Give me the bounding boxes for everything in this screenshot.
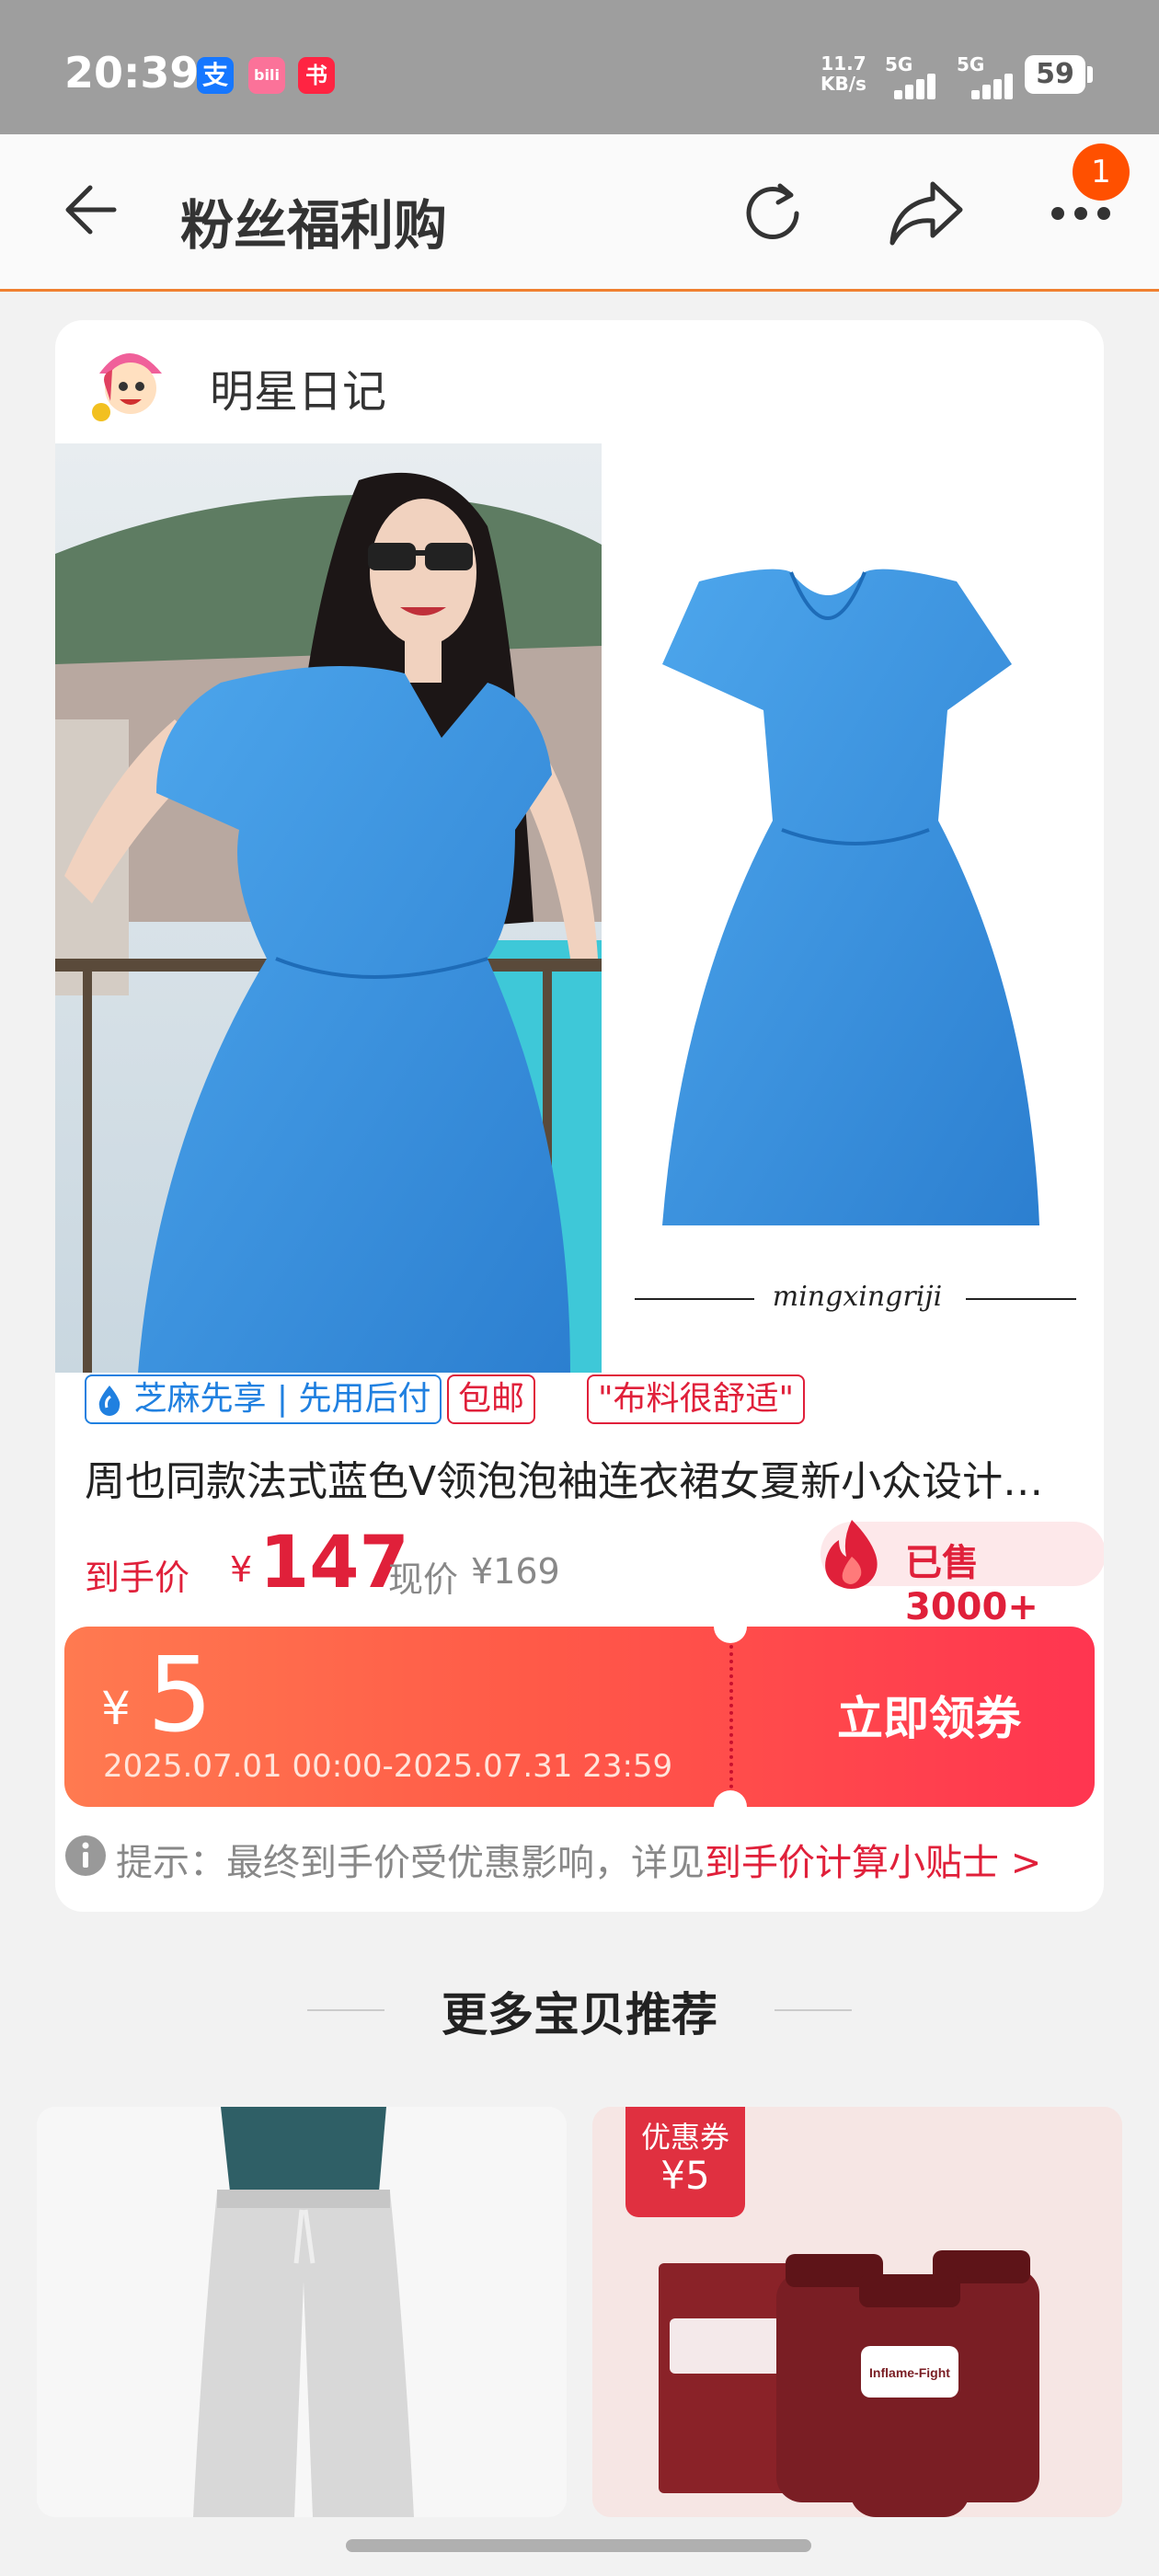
product-image[interactable] xyxy=(55,443,1104,1373)
xiaohongshu-app-icon: 书 xyxy=(298,57,335,94)
notification-badge: 1 xyxy=(1073,144,1130,201)
shop-name[interactable]: 明星日记 xyxy=(210,355,386,420)
recommend-item[interactable]: Inflame-Fight 优惠券 ¥5 xyxy=(592,2107,1122,2517)
current-price-label: 现价 xyxy=(388,1559,459,1600)
sold-badge: 已售3000+ xyxy=(820,1520,1104,1628)
coupon-badge: 优惠券 ¥5 xyxy=(625,2107,745,2217)
coupon-divider xyxy=(729,1645,733,1788)
coupon-badge-label: 优惠券 xyxy=(640,2120,729,2155)
final-price-currency: ¥ xyxy=(230,1549,253,1590)
recommend-heading: 更多宝贝推荐 xyxy=(0,1978,1159,2042)
coupon-notch-bottom xyxy=(714,1790,747,1807)
network-speed-unit: KB/s xyxy=(820,73,866,95)
claim-coupon-button[interactable]: 立即领券 xyxy=(800,1682,1058,1748)
recommend-title: 更多宝贝推荐 xyxy=(442,1988,717,2041)
price-tips-link[interactable]: 到手价计算小贴士 > xyxy=(705,1833,1041,1886)
tag-zhima-label: 芝麻先享 | 先用后付 xyxy=(133,1380,431,1418)
final-price: 147 xyxy=(259,1522,409,1604)
sold-count: 已售3000+ xyxy=(905,1542,1039,1628)
current-price: ¥169 xyxy=(471,1551,560,1592)
product-title[interactable]: 周也同款法式蓝色V领泡泡袖连衣裙女夏新小众设计感收腰显瘦长裙 xyxy=(85,1448,1078,1507)
coupon-currency: ¥ xyxy=(101,1682,131,1735)
coupon-notch-top xyxy=(714,1627,747,1643)
page-title: 粉丝福利购 xyxy=(180,194,448,257)
heading-line-left xyxy=(307,2009,384,2011)
product-card: 明星日记 mingxingriji 芝麻先享 | 先用后付 包邮 "布料很舒适"… xyxy=(55,320,1104,1912)
battery-tip xyxy=(1087,66,1093,83)
nav-bar: 粉丝福利购 1 xyxy=(0,134,1159,292)
share-icon[interactable] xyxy=(889,178,964,247)
tag-zhima: 芝麻先享 | 先用后付 xyxy=(85,1374,442,1424)
coupon-badge-amount: ¥5 xyxy=(660,2153,710,2198)
more-icon[interactable] xyxy=(1049,202,1113,224)
tip-text: 提示：最终到手价受优惠影响，详见 xyxy=(116,1842,705,1884)
coupon-validity: 2025.07.01 00:00-2025.07.31 23:59 xyxy=(103,1748,673,1785)
refresh-icon[interactable] xyxy=(736,177,809,250)
final-price-label: 到手价 xyxy=(85,1558,190,1598)
shop-avatar[interactable] xyxy=(83,337,175,429)
alipay-app-icon: 支 xyxy=(197,57,234,94)
network-speed: 11.7 KB/s xyxy=(820,53,866,94)
info-icon xyxy=(65,1835,106,1876)
sweatpants-image xyxy=(37,2107,567,2517)
status-bar: 20:39 支 bili 书 11.7 KB/s 5G 5G 59 xyxy=(0,0,1159,134)
image-caption: mingxingriji xyxy=(772,1281,943,1313)
sesame-drop-icon xyxy=(98,1386,120,1416)
home-indicator[interactable] xyxy=(346,2539,811,2552)
brand-label: Inflame-Fight xyxy=(869,2365,950,2380)
price-row: 到手价 ¥ 147 现价 ¥169 已售3000+ xyxy=(85,1520,1104,1628)
fire-icon xyxy=(825,1520,878,1589)
status-time: 20:39 xyxy=(64,48,200,98)
back-arrow-icon[interactable] xyxy=(63,182,118,237)
network-speed-value: 11.7 xyxy=(820,52,866,75)
coupon-card[interactable]: ¥ 5 2025.07.01 00:00-2025.07.31 23:59 立即… xyxy=(64,1627,1095,1807)
tag-review-quote: "布料很舒适" xyxy=(587,1374,806,1424)
coupon-amount: 5 xyxy=(147,1636,213,1755)
tag-free-shipping: 包邮 xyxy=(447,1374,536,1424)
recommend-item[interactable] xyxy=(37,2107,567,2517)
bilibili-app-icon: bili xyxy=(248,57,285,94)
heading-line-right xyxy=(775,2009,852,2011)
battery-icon: 59 xyxy=(1025,55,1085,94)
